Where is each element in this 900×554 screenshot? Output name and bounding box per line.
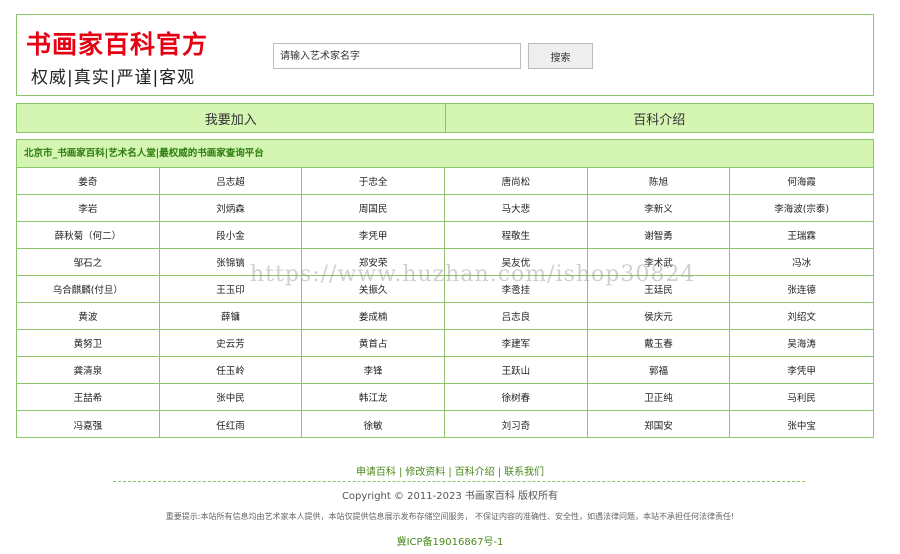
artist-name-link[interactable]: 徐敏 (302, 411, 445, 438)
artist-name-link[interactable]: 周国民 (302, 195, 445, 222)
artist-name-link[interactable]: 侯庆元 (587, 303, 731, 330)
artist-list-heading[interactable]: 北京市_书画家百科|艺术名人堂|最权威的书画家查询平台 (17, 140, 873, 168)
footer-separator: | (497, 467, 502, 478)
artist-list-panel: 北京市_书画家百科|艺术名人堂|最权威的书画家查询平台 姜奇 吕志超 于忠全 唐尚松陈… (16, 139, 874, 438)
artist-name-link[interactable]: 李海波(宗泰) (730, 195, 873, 222)
artist-name-link[interactable]: 谢智勇 (587, 222, 731, 249)
artist-name-link[interactable]: 程敬生 (445, 222, 588, 249)
site-logo-title[interactable]: 书画家百科官方 (26, 25, 208, 61)
artist-name-link[interactable]: 乌合麒麟(付旦） (17, 276, 160, 303)
artist-name-link[interactable]: 郑安荣 (302, 249, 445, 276)
artist-name-link[interactable]: 郭福 (587, 357, 731, 384)
artist-name-link[interactable]: 张中民 (159, 384, 303, 411)
artist-name-link[interactable]: 王廷民 (587, 276, 731, 303)
artist-name-link[interactable]: 黄首占 (302, 330, 445, 357)
artist-name-link[interactable]: 王瑞霖 (730, 222, 873, 249)
artist-name-link[interactable]: 李术武 (587, 249, 731, 276)
artist-name-link[interactable]: 任红雨 (160, 411, 303, 438)
artist-name-link[interactable]: 王跃山 (445, 357, 588, 384)
artist-name-link[interactable]: 吕志超 (159, 168, 303, 195)
artist-name-link[interactable]: 李锋 (302, 357, 445, 384)
artist-name-link[interactable]: 薛秋菊（何二） (17, 222, 160, 249)
artist-name-link[interactable]: 韩江龙 (302, 384, 445, 411)
nav-join[interactable]: 我要加入 (17, 104, 445, 132)
footer-link-apply[interactable]: 申请百科 (356, 467, 396, 478)
search-button[interactable]: 搜索 (528, 43, 593, 69)
artist-name-link[interactable]: 冯嘉强 (17, 411, 160, 438)
artist-name-link[interactable]: 李岩 (17, 195, 160, 222)
artist-name-link[interactable]: 黄波 (17, 303, 160, 330)
artist-name-link[interactable]: 刘炳森 (159, 195, 303, 222)
footer-link-edit[interactable]: 修改资料 (405, 467, 445, 478)
artist-name-link[interactable]: 卫正纯 (587, 384, 731, 411)
artist-name-grid: 姜奇 吕志超 于忠全 唐尚松 陈旭 何海霞李岩 刘炳森 周国民 马大悲 李新义 李海波(宗泰) 薛秋菊… (17, 168, 873, 438)
artist-name-link[interactable]: 黄努卫 (17, 330, 160, 357)
site-tagline: 权威|真实|严谨|客观 (31, 68, 196, 88)
artist-name-link[interactable]: 张中宝 (730, 411, 873, 438)
artist-name-link[interactable]: 郑国安 (588, 411, 731, 438)
artist-name-link[interactable]: 于忠全 (302, 168, 445, 195)
artist-name-link[interactable]: 邹石之 (17, 249, 160, 276)
artist-name-link[interactable]: 段小金 (159, 222, 303, 249)
artist-name-link[interactable]: 徐树春 (445, 384, 588, 411)
artist-name-link[interactable]: 马利民 (730, 384, 873, 411)
footer-separator: | (398, 467, 403, 478)
artist-name-link[interactable]: 唐尚松 (445, 168, 588, 195)
artist-name-link[interactable]: 薛镛 (159, 303, 303, 330)
footer-divider (113, 481, 805, 482)
nav-about[interactable]: 百科介绍 (444, 104, 874, 132)
icp-license-link[interactable]: 冀ICP备19016867号-1 (0, 533, 900, 548)
artist-name-link[interactable]: 张锦镐 (159, 249, 303, 276)
artist-name-link[interactable]: 吕志良 (445, 303, 588, 330)
artist-name-link[interactable]: 马大悲 (445, 195, 588, 222)
artist-name-link[interactable]: 冯冰 (730, 249, 873, 276)
artist-name-link[interactable]: 刘绍文 (730, 303, 873, 330)
artist-name-link[interactable]: 陈旭 (587, 168, 731, 195)
artist-search-input[interactable] (273, 43, 521, 69)
artist-name-link[interactable]: 姜奇 (17, 168, 160, 195)
artist-name-link[interactable]: 李建军 (445, 330, 588, 357)
artist-name-link[interactable]: 李凭甲 (730, 357, 873, 384)
artist-name-link[interactable]: 吴海涛 (730, 330, 873, 357)
artist-name-link[interactable]: 李新义 (587, 195, 731, 222)
footer-links: 申请百科 | 修改资料 | 百科介绍 | 联系我们 (0, 463, 900, 478)
artist-name-link[interactable]: 吴友优 (445, 249, 588, 276)
artist-name-link[interactable]: 龚清泉 (17, 357, 160, 384)
artist-name-link[interactable]: 关振久 (302, 276, 445, 303)
artist-name-link[interactable]: 李凭甲 (302, 222, 445, 249)
artist-name-link[interactable]: 戴玉春 (587, 330, 731, 357)
artist-name-link[interactable]: 史云芳 (159, 330, 303, 357)
footer-link-about[interactable]: 百科介绍 (455, 467, 495, 478)
footer-link-contact[interactable]: 联系我们 (504, 467, 544, 478)
artist-name-link[interactable]: 姜成楠 (302, 303, 445, 330)
artist-name-link[interactable]: 王喆希 (17, 384, 160, 411)
artist-name-link[interactable]: 王玉印 (159, 276, 303, 303)
disclaimer-text: 重要提示:本站所有信息均由艺术家本人提供，本站仅提供信息展示发布存储空间服务， … (165, 512, 735, 521)
main-nav: 我要加入 百科介绍 (16, 103, 874, 133)
artist-name-link[interactable]: 任玉岭 (159, 357, 303, 384)
copyright-text: Copyright © 2011-2023 书画家百科 版权所有 (341, 491, 559, 502)
artist-name-link[interactable]: 张连德 (730, 276, 873, 303)
artist-name-link[interactable]: 何海霞 (730, 168, 873, 195)
artist-name-link[interactable]: 刘习奇 (445, 411, 588, 438)
artist-name-link[interactable]: 李卺挂 (445, 276, 588, 303)
footer-separator: | (448, 467, 452, 478)
site-header: 书画家百科官方 权威|真实|严谨|客观 搜索 (16, 14, 874, 96)
